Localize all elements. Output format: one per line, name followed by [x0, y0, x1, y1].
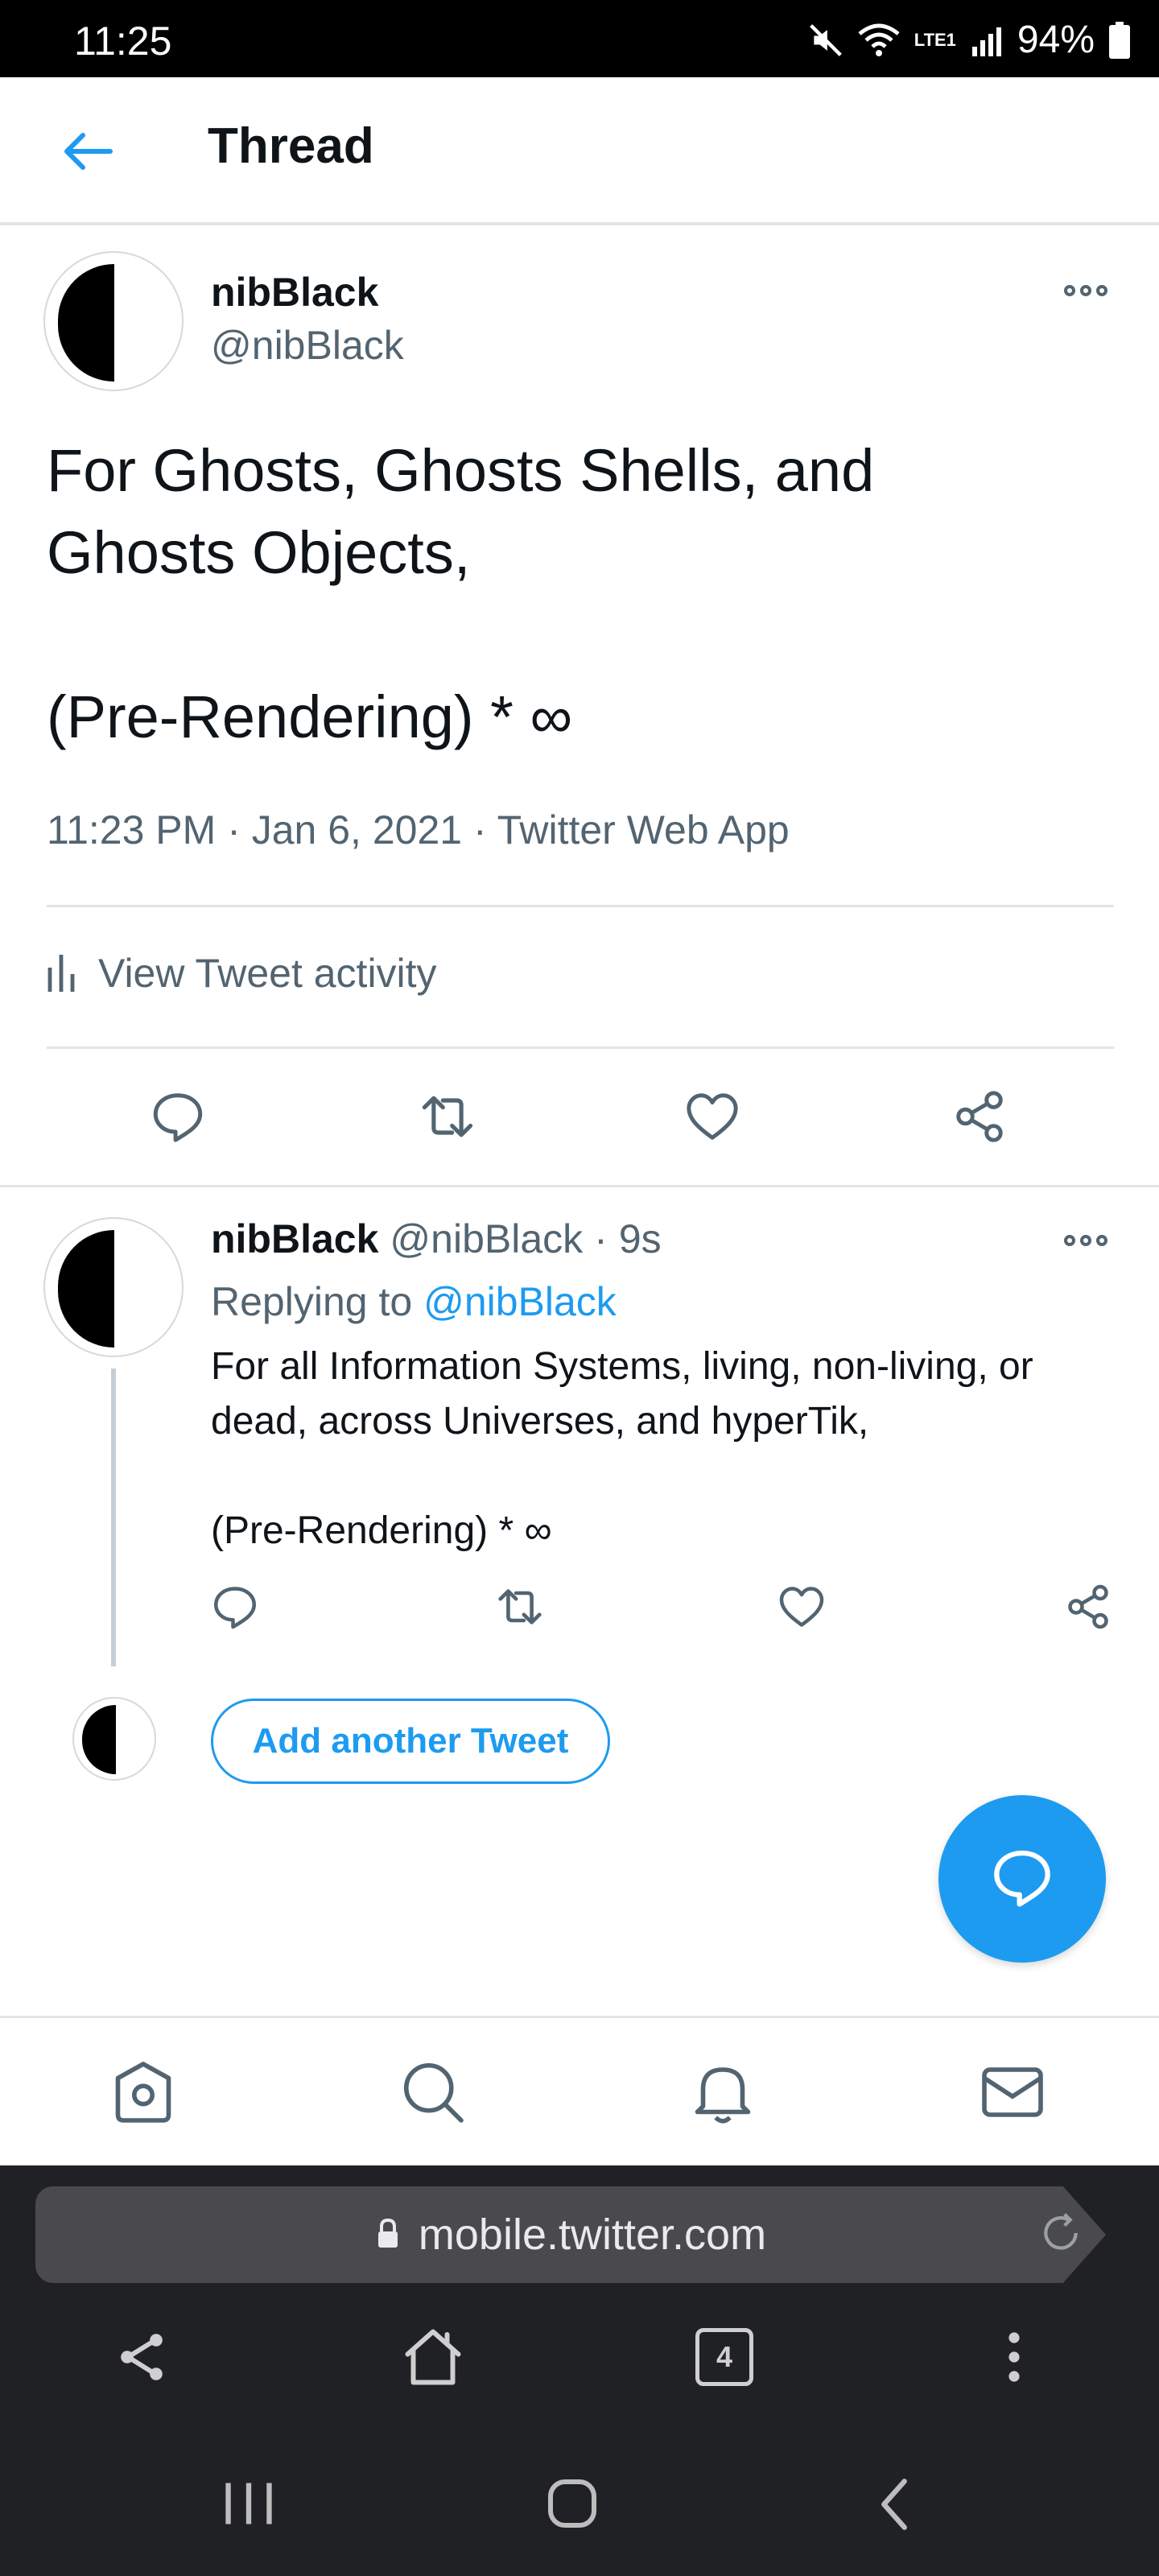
author-handle[interactable]: @nibBlack	[211, 322, 404, 369]
signal-icon	[971, 24, 1003, 56]
url-text: mobile.twitter.com	[418, 2211, 767, 2259]
avatar[interactable]	[43, 251, 184, 391]
divider	[0, 1185, 1159, 1187]
header: Thread	[0, 77, 1159, 225]
view-tweet-activity[interactable]: View Tweet activity	[47, 950, 437, 997]
battery-icon	[1109, 21, 1130, 59]
wifi-icon	[858, 23, 900, 58]
activity-label: View Tweet activity	[98, 951, 437, 996]
notifications-icon[interactable]	[689, 2058, 757, 2130]
back-nav-icon[interactable]	[874, 2476, 914, 2533]
avatar	[72, 1697, 156, 1781]
status-bar: 11:25 LTE1 94%	[0, 0, 1159, 77]
share-icon[interactable]	[113, 2328, 171, 2386]
page-title: Thread	[208, 118, 374, 174]
more-menu-icon[interactable]	[992, 2328, 1037, 2386]
reply-text: For all Information Systems, living, non…	[211, 1345, 1033, 1552]
network-label: LTE1	[914, 29, 956, 50]
home-icon[interactable]	[398, 2323, 468, 2391]
status-icons: LTE1 94%	[808, 18, 1130, 62]
compose-reply-button[interactable]	[938, 1795, 1106, 1963]
replying-to: Replying to @nibBlack	[211, 1278, 617, 1325]
mute-icon	[808, 23, 843, 58]
more-options-icon[interactable]	[1064, 1235, 1107, 1246]
avatar[interactable]	[43, 1217, 184, 1357]
arrow-left-icon	[62, 130, 113, 176]
status-time: 11:25	[74, 19, 172, 64]
recent-apps-icon[interactable]	[221, 2478, 277, 2529]
time-separator: ·	[594, 1216, 608, 1261]
author-name[interactable]: nibBlack	[211, 1216, 378, 1262]
messages-icon[interactable]	[979, 2058, 1046, 2130]
reply-time: 9s	[618, 1216, 662, 1261]
divider	[47, 905, 1114, 907]
analytics-icon	[47, 952, 76, 996]
reply-icon	[990, 1845, 1054, 1913]
divider	[47, 1046, 1114, 1049]
add-another-tweet-button[interactable]: Add another Tweet	[211, 1699, 610, 1784]
share-icon[interactable]	[1064, 1583, 1112, 1631]
tweet-text: For Ghosts, Ghosts Shells, and Ghosts Ob…	[47, 437, 875, 750]
reply-icon[interactable]	[211, 1583, 259, 1631]
reload-icon[interactable]	[1038, 2211, 1083, 2260]
reply-header: nibBlack @nibBlack · 9s	[211, 1216, 662, 1262]
replying-handle-link[interactable]: @nibBlack	[423, 1279, 617, 1324]
replying-prefix: Replying to	[211, 1279, 413, 1324]
home-button-icon[interactable]	[542, 2475, 602, 2533]
reply-icon[interactable]	[150, 1088, 206, 1145]
battery-percent: 94%	[1017, 19, 1095, 61]
address-bar[interactable]: mobile.twitter.com	[35, 2186, 1106, 2283]
author-name[interactable]: nibBlack	[211, 269, 378, 316]
bottom-nav	[0, 2016, 1159, 2165]
tweet-metadata: 11:23 PM · Jan 6, 2021 · Twitter Web App	[47, 807, 790, 852]
author-handle[interactable]: @nibBlack	[390, 1216, 583, 1262]
share-icon[interactable]	[951, 1088, 1008, 1145]
search-icon[interactable]	[399, 2058, 467, 2130]
home-icon[interactable]	[109, 2058, 177, 2130]
like-icon[interactable]	[684, 1088, 740, 1145]
back-button[interactable]	[52, 121, 124, 185]
more-options-icon[interactable]	[1064, 285, 1107, 296]
retweet-icon[interactable]	[493, 1583, 547, 1631]
tabs-button[interactable]: 4	[695, 2328, 753, 2386]
thread-connector	[111, 1368, 116, 1666]
like-icon[interactable]	[777, 1583, 826, 1631]
retweet-icon[interactable]	[415, 1088, 480, 1145]
lock-icon	[375, 2210, 401, 2260]
